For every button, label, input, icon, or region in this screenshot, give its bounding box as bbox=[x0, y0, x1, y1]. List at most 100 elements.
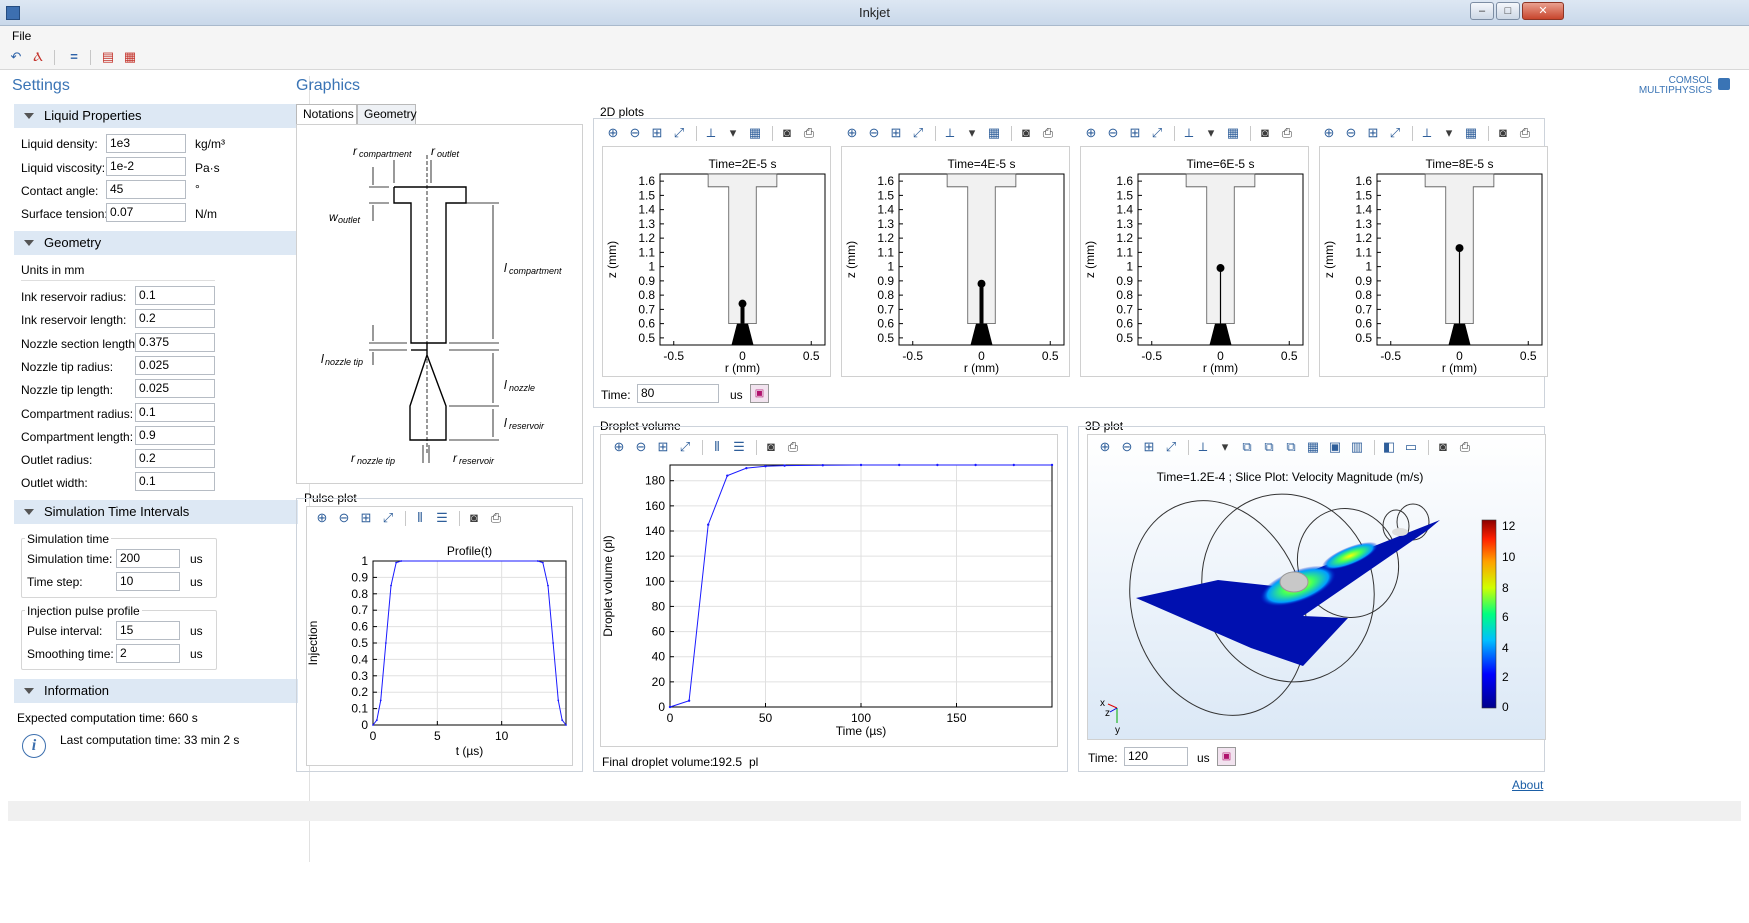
geometry-param-input[interactable]: 0.1 bbox=[135, 402, 215, 422]
axis-orientation-icon[interactable]: ⟂ bbox=[1180, 124, 1198, 142]
minimize-button[interactable]: – bbox=[1470, 2, 1494, 20]
grid-toggle-icon[interactable]: ▦ bbox=[1304, 438, 1322, 456]
image-snapshot-icon[interactable]: ◙ bbox=[1494, 124, 1512, 142]
zoom-in-icon[interactable]: ⊕ bbox=[604, 124, 622, 142]
geometry-param-input[interactable]: 0.2 bbox=[135, 309, 215, 329]
image-snapshot-icon[interactable]: ◙ bbox=[465, 509, 483, 527]
zoom-box-icon[interactable]: ⊞ bbox=[648, 124, 666, 142]
zoom-in-icon[interactable]: ⊕ bbox=[313, 509, 331, 527]
colorbar-toggle-icon[interactable]: ▥ bbox=[1348, 438, 1366, 456]
zoom-out-icon[interactable]: ⊖ bbox=[865, 124, 883, 142]
print-icon[interactable]: ⎙ bbox=[487, 509, 505, 527]
maximize-button[interactable]: □ bbox=[1496, 2, 1520, 20]
axis-orientation-icon[interactable]: ⟂ bbox=[1418, 124, 1436, 142]
y-grid-icon[interactable]: ☰ bbox=[433, 509, 451, 527]
zoom-in-icon[interactable]: ⊕ bbox=[1096, 438, 1114, 456]
zoom-box-icon[interactable]: ⊞ bbox=[654, 438, 672, 456]
axis-orientation-icon[interactable]: ⟂ bbox=[702, 124, 720, 142]
geometry-param-input[interactable]: 0.1 bbox=[135, 472, 215, 492]
x-grid-icon[interactable]: ⦀ bbox=[411, 509, 429, 527]
image-snapshot-icon[interactable]: ◙ bbox=[1434, 438, 1452, 456]
print-icon[interactable]: ⎙ bbox=[784, 438, 802, 456]
print-icon[interactable]: ⎙ bbox=[1039, 124, 1057, 142]
view-zx-icon[interactable]: ⧉ bbox=[1282, 438, 1300, 456]
zoom-in-icon[interactable]: ⊕ bbox=[1082, 124, 1100, 142]
tab-geometry[interactable]: Geometry bbox=[357, 104, 417, 124]
print-icon[interactable]: ⎙ bbox=[800, 124, 818, 142]
chevron-down-icon[interactable]: ▾ bbox=[963, 124, 981, 142]
time-step-input[interactable]: 10 bbox=[116, 572, 180, 591]
y-grid-icon[interactable]: ☰ bbox=[730, 438, 748, 456]
section-information[interactable]: Information bbox=[14, 679, 298, 703]
close-button[interactable]: ✕ bbox=[1522, 2, 1564, 20]
geometry-param-input[interactable]: 0.375 bbox=[135, 332, 215, 352]
zoom-extents-icon[interactable]: ⤢ bbox=[909, 124, 927, 142]
zoom-in-icon[interactable]: ⊕ bbox=[1320, 124, 1338, 142]
image-snapshot-icon[interactable]: ◙ bbox=[1256, 124, 1274, 142]
print-icon[interactable]: ⎙ bbox=[1456, 438, 1474, 456]
section-simulation-time[interactable]: Simulation Time Intervals bbox=[14, 500, 298, 524]
zoom-out-icon[interactable]: ⊖ bbox=[1104, 124, 1122, 142]
chevron-down-icon[interactable]: ▾ bbox=[1216, 438, 1234, 456]
geometry-param-input[interactable]: 0.2 bbox=[135, 449, 215, 469]
plot-3d-time-input[interactable]: 120 bbox=[1124, 747, 1188, 766]
wireframe-icon[interactable]: ▭ bbox=[1402, 438, 1420, 456]
surface-tension-input[interactable]: 0.07 bbox=[106, 203, 186, 222]
scene-light-icon[interactable]: ◧ bbox=[1380, 438, 1398, 456]
transparency-icon[interactable]: ▣ bbox=[1326, 438, 1344, 456]
zoom-out-icon[interactable]: ⊖ bbox=[1118, 438, 1136, 456]
zoom-out-icon[interactable]: ⊖ bbox=[335, 509, 353, 527]
zoom-box-icon[interactable]: ⊞ bbox=[1140, 438, 1158, 456]
geometry-param-input[interactable]: 0.025 bbox=[135, 355, 215, 375]
section-geometry[interactable]: Geometry bbox=[14, 231, 298, 255]
test-app-icon[interactable]: Ⲁ bbox=[30, 49, 46, 65]
smoothing-time-input[interactable]: 2 bbox=[116, 644, 180, 663]
chevron-down-icon[interactable]: ▾ bbox=[1440, 124, 1458, 142]
zoom-extents-icon[interactable]: ⤢ bbox=[1162, 438, 1180, 456]
chevron-down-icon[interactable]: ▾ bbox=[1202, 124, 1220, 142]
zoom-out-icon[interactable]: ⊖ bbox=[632, 438, 650, 456]
pulse-interval-input[interactable]: 15 bbox=[116, 621, 180, 640]
zoom-box-icon[interactable]: ⊞ bbox=[357, 509, 375, 527]
zoom-extents-icon[interactable]: ⤢ bbox=[379, 509, 397, 527]
geometry-param-input[interactable]: 0.025 bbox=[135, 379, 215, 399]
about-link[interactable]: About bbox=[1512, 778, 1543, 792]
image-snapshot-icon[interactable]: ◙ bbox=[1017, 124, 1035, 142]
zoom-extents-icon[interactable]: ⤢ bbox=[670, 124, 688, 142]
zoom-in-icon[interactable]: ⊕ bbox=[610, 438, 628, 456]
x-grid-icon[interactable]: ⦀ bbox=[708, 438, 726, 456]
chevron-down-icon[interactable]: ▾ bbox=[724, 124, 742, 142]
zoom-out-icon[interactable]: ⊖ bbox=[1342, 124, 1360, 142]
image-snapshot-icon[interactable]: ◙ bbox=[778, 124, 796, 142]
undo-icon[interactable]: ↶ bbox=[8, 49, 24, 65]
section-liquid-properties[interactable]: Liquid Properties bbox=[14, 104, 298, 128]
zoom-extents-icon[interactable]: ⤢ bbox=[1386, 124, 1404, 142]
grid-toggle-icon[interactable]: ▦ bbox=[1462, 124, 1480, 142]
image-snapshot-icon[interactable]: ◙ bbox=[762, 438, 780, 456]
menu-file[interactable]: File bbox=[12, 29, 31, 43]
zoom-out-icon[interactable]: ⊖ bbox=[626, 124, 644, 142]
axis-orientation-icon[interactable]: ⟂ bbox=[1194, 438, 1212, 456]
grid-toggle-icon[interactable]: ▦ bbox=[1224, 124, 1242, 142]
liquid-density-input[interactable]: 1e3 bbox=[106, 134, 186, 153]
geometry-param-input[interactable]: 0.9 bbox=[135, 425, 215, 445]
liquid-viscosity-input[interactable]: 1e-2 bbox=[106, 157, 186, 176]
equals-icon[interactable]: = bbox=[66, 49, 82, 65]
export-icon[interactable]: ▦ bbox=[122, 49, 138, 65]
axis-orientation-icon[interactable]: ⟂ bbox=[941, 124, 959, 142]
print-icon[interactable]: ⎙ bbox=[1516, 124, 1534, 142]
contact-angle-input[interactable]: 45 bbox=[106, 180, 186, 199]
print-icon[interactable]: ⎙ bbox=[1278, 124, 1296, 142]
simulation-time-input[interactable]: 200 bbox=[116, 549, 180, 568]
zoom-box-icon[interactable]: ⊞ bbox=[1364, 124, 1382, 142]
plots-2d-time-input[interactable]: 80 bbox=[637, 384, 719, 403]
geometry-param-input[interactable]: 0.1 bbox=[135, 286, 215, 305]
zoom-extents-icon[interactable]: ⤢ bbox=[1148, 124, 1166, 142]
view-xy-icon[interactable]: ⧉ bbox=[1238, 438, 1256, 456]
zoom-box-icon[interactable]: ⊞ bbox=[887, 124, 905, 142]
report-icon[interactable]: ▤ bbox=[100, 49, 116, 65]
play-animation-button[interactable]: ▣ bbox=[750, 384, 769, 403]
zoom-box-icon[interactable]: ⊞ bbox=[1126, 124, 1144, 142]
view-yz-icon[interactable]: ⧉ bbox=[1260, 438, 1278, 456]
zoom-in-icon[interactable]: ⊕ bbox=[843, 124, 861, 142]
